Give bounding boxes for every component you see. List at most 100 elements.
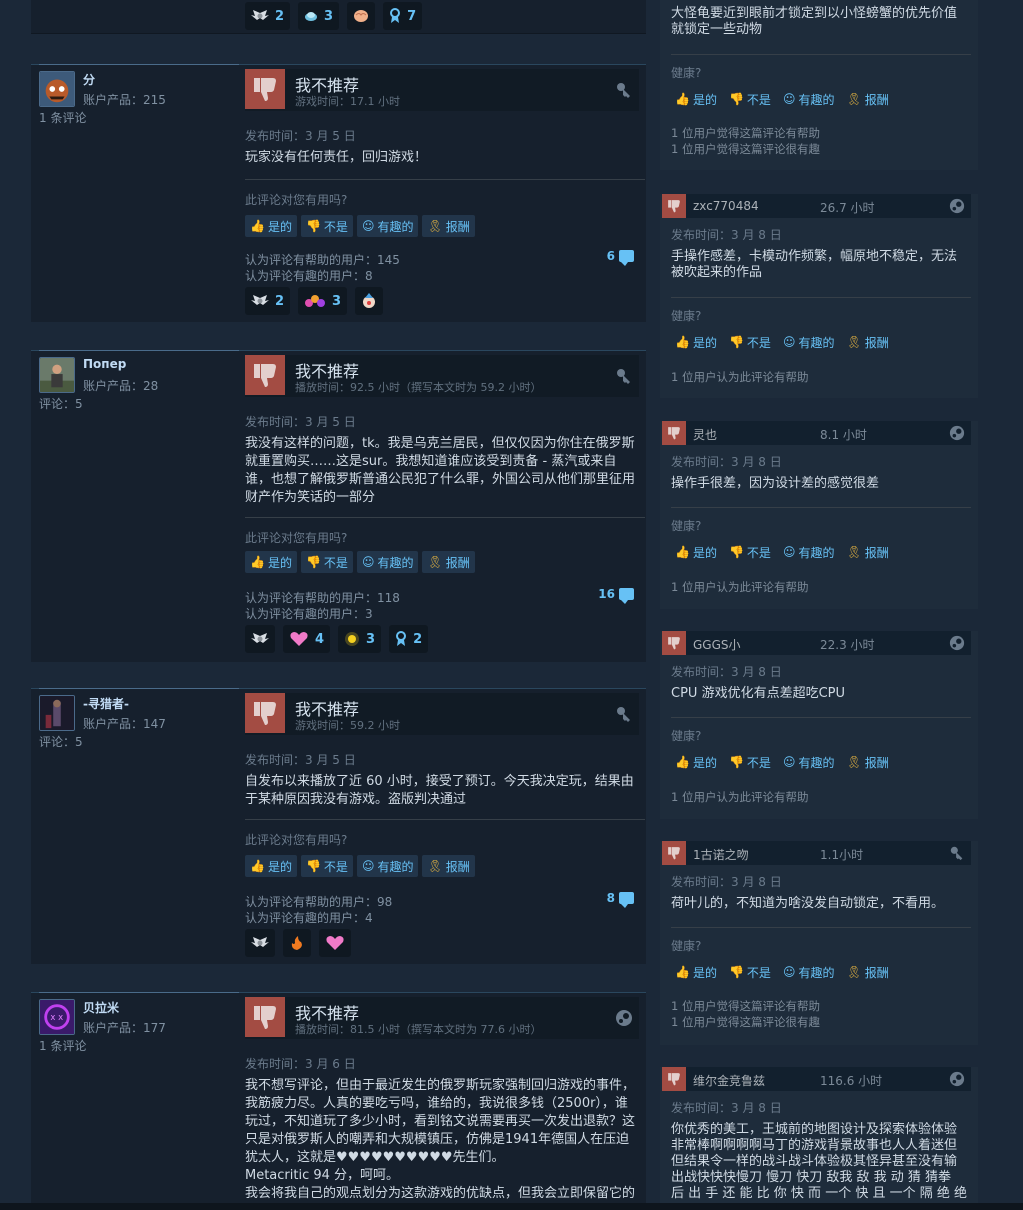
products-owned[interactable]: 账户产品：215	[83, 91, 166, 108]
svg-text:x x: x x	[50, 1013, 63, 1023]
ribbon-award-icon	[396, 631, 407, 646]
review-count[interactable]: 评论：5	[39, 733, 83, 750]
vote-no-button[interactable]: 👎 不是	[725, 541, 775, 563]
reviewer-name[interactable]: 灵也	[693, 426, 717, 443]
avatar[interactable]: x x	[39, 999, 75, 1035]
review-text: 荷叶儿的，不知道为啥没发自动锁定，不看用。	[671, 896, 945, 911]
vote-no-button[interactable]: 👎 不是	[725, 751, 775, 773]
avatar[interactable]	[39, 695, 75, 731]
award-item[interactable]: 3	[338, 625, 382, 653]
vote-yes-button[interactable]: 👍 是的	[245, 215, 297, 237]
verdict-header[interactable]: 我不推荐 游戏时间：17.1 小时	[245, 69, 639, 111]
vote-no-button[interactable]: 👎 不是	[725, 331, 775, 353]
posted-date: 发布时间：3 月 8 日	[671, 455, 782, 469]
award-button[interactable]: 🎗 报酬	[422, 215, 475, 237]
vote-yes-button[interactable]: 👍 是的	[671, 331, 721, 353]
award-button[interactable]: 🎗 报酬	[422, 551, 475, 573]
award-item[interactable]: 3	[298, 2, 340, 30]
review-count[interactable]: 评论：5	[39, 395, 83, 412]
products-owned[interactable]: 账户产品：28	[83, 377, 158, 394]
reviewer-name[interactable]: 1古诺之吻	[693, 846, 749, 863]
vote-yes-button[interactable]: 👍 是的	[245, 551, 297, 573]
verdict-header[interactable]: 我不推荐 播放时间：92.5 小时（撰写本文时为 59.2 小时）	[245, 355, 639, 397]
reviewer-name[interactable]: 分	[83, 71, 95, 88]
award-ribbon-icon: 🎗	[846, 92, 862, 106]
ribbon-award-icon	[390, 8, 401, 23]
vote-funny-button[interactable]: ☺ 有趣的	[356, 855, 419, 877]
award-item[interactable]	[283, 929, 311, 957]
vote-no-button[interactable]: 👎 不是	[725, 88, 775, 110]
comment-bubble-icon	[619, 250, 634, 266]
award-button[interactable]: 🎗 报酬	[842, 331, 892, 353]
vote-funny-button[interactable]: ☺ 有趣的	[779, 961, 839, 983]
products-owned[interactable]: 账户产品：177	[83, 1019, 166, 1036]
review-count[interactable]: 1 条评论	[39, 109, 86, 126]
award-button[interactable]: 🎗 报酬	[842, 88, 892, 110]
vote-buttons: 👍 是的 👎 不是 ☺ 有趣的 🎗 报酬	[671, 88, 893, 110]
award-item[interactable]: 3	[298, 287, 348, 315]
award-item[interactable]	[319, 929, 351, 957]
review-count[interactable]: 1 条评论	[39, 1037, 86, 1054]
recent-review-card: 大怪龟要近到眼前才锁定到以小怪螃蟹的优先价值就锁定一些动物 健康? 👍 是的 👎 不…	[660, 0, 978, 170]
vote-yes-button[interactable]: 👍 是的	[671, 751, 721, 773]
review-header[interactable]: zxc770484 26.7 小时	[662, 194, 971, 218]
award-item[interactable]: 2	[245, 2, 291, 30]
award-item[interactable]: 7	[383, 2, 423, 30]
reviewer-name[interactable]: zxc770484	[693, 199, 759, 213]
helpful-count: 认为评论有帮助的用户：118	[245, 591, 400, 605]
award-button[interactable]: 🎗 报酬	[842, 751, 892, 773]
comments-link[interactable]: 8	[607, 891, 634, 908]
vote-no-button[interactable]: 👎 不是	[300, 215, 353, 237]
verdict-header[interactable]: 我不推荐 游戏时间：59.2 小时	[245, 693, 639, 735]
vote-funny-button[interactable]: ☺ 有趣的	[356, 551, 419, 573]
vote-yes-button[interactable]: 👍 是的	[245, 855, 297, 877]
vote-buttons: 👍 是的 👎 不是 ☺ 有趣的 🎗 报酬	[245, 551, 475, 573]
award-button[interactable]: 🎗 报酬	[842, 961, 892, 983]
reviewer-name[interactable]: 贝拉米	[83, 999, 119, 1016]
avatar[interactable]	[39, 71, 75, 107]
award-item[interactable]	[245, 625, 275, 653]
award-item[interactable]	[347, 2, 376, 30]
award-item[interactable]	[355, 287, 384, 315]
award-item[interactable]: 4	[283, 625, 331, 653]
products-owned[interactable]: 账户产品：147	[83, 715, 166, 732]
reviewer-name[interactable]: GGGS小	[693, 636, 741, 653]
comments-link[interactable]: 16	[598, 587, 634, 604]
bottom-scroll-edge	[0, 1203, 1023, 1210]
divider	[671, 717, 971, 718]
steam-icon	[949, 635, 965, 651]
vote-funny-button[interactable]: ☺ 有趣的	[779, 331, 839, 353]
award-button[interactable]: 🎗 报酬	[422, 855, 475, 877]
vote-yes-button[interactable]: 👍 是的	[671, 88, 721, 110]
thumbs-up-icon: 👍	[675, 92, 690, 106]
divider	[671, 507, 971, 508]
review-header[interactable]: 灵也 8.1 小时	[662, 421, 971, 445]
vote-funny-button[interactable]: ☺ 有趣的	[356, 215, 419, 237]
review-card: x x 贝拉米 账户产品：177 1 条评论 我不推荐 播放时间：81.5 小时…	[31, 992, 646, 1210]
review-card: -寻猎者- 账户产品：147 评论：5 我不推荐 游戏时间：59.2 小时 发布…	[31, 688, 646, 964]
review-text: 大怪龟要近到眼前才锁定到以小怪螃蟹的优先价值就锁定一些动物	[671, 6, 958, 37]
vote-no-button[interactable]: 👎 不是	[300, 551, 353, 573]
verdict-header[interactable]: 我不推荐 播放时间：81.5 小时（撰写本文时为 77.6 小时）	[245, 997, 639, 1039]
award-item[interactable]	[245, 929, 275, 957]
award-button[interactable]: 🎗 报酬	[842, 541, 892, 563]
vote-no-button[interactable]: 👎 不是	[300, 855, 353, 877]
thumbs-up-icon: 👍	[250, 859, 265, 873]
vote-no-button[interactable]: 👎 不是	[725, 961, 775, 983]
reviewer-name[interactable]: -寻猎者-	[83, 695, 129, 712]
vote-funny-button[interactable]: ☺ 有趣的	[779, 541, 839, 563]
vote-funny-button[interactable]: ☺ 有趣的	[779, 751, 839, 773]
vote-yes-button[interactable]: 👍 是的	[671, 541, 721, 563]
award-item[interactable]: 2	[245, 287, 291, 315]
avatar[interactable]	[39, 357, 75, 393]
comments-link[interactable]: 6	[607, 249, 634, 266]
vote-yes-button[interactable]: 👍 是的	[671, 961, 721, 983]
review-header[interactable]: 1古诺之吻 1.1小时	[662, 841, 971, 865]
vote-funny-button[interactable]: ☺ 有趣的	[779, 88, 839, 110]
review-header[interactable]: GGGS小 22.3 小时	[662, 631, 971, 655]
review-header[interactable]: 维尔金竞鲁兹 116.6 小时	[662, 1067, 971, 1091]
winged-award-icon	[251, 937, 269, 947]
reviewer-name[interactable]: 维尔金竞鲁兹	[693, 1072, 765, 1089]
award-item[interactable]: 2	[389, 625, 429, 653]
reviewer-name[interactable]: Попер	[83, 357, 126, 371]
